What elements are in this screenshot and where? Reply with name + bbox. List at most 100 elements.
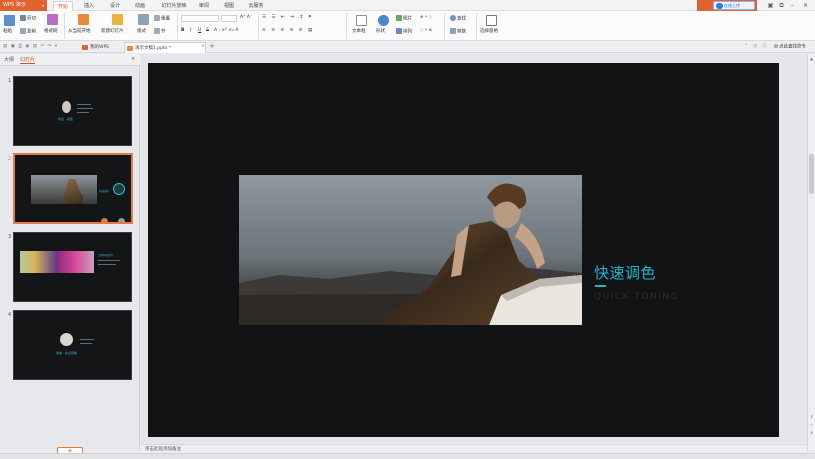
tab-design[interactable]: 设计 [106,1,124,11]
toolbar-extra-icon[interactable]: ⌃ ◷ ⓘ [744,44,769,50]
scroll-up-icon[interactable]: ▲ [809,56,814,61]
thumb-text-line [80,343,92,344]
tab-home[interactable]: 开始 [53,1,73,11]
cloud-icon [716,3,723,9]
slide-title[interactable]: 快速调色 [594,262,656,283]
divider [64,13,65,39]
tab-review[interactable]: 审阅 [195,1,213,11]
tab-cloud[interactable]: 云服务 [245,1,267,11]
new-slide-icon[interactable] [112,14,123,25]
thumb-text-line [77,112,89,113]
document-tab-bar: ▤ ▣ ⎙ ◉ ▤ ↶ ↷ ▾ 我的WPS 演示文稿1.pptx * × + ⌃… [0,41,815,53]
shape-icon[interactable] [378,15,389,26]
skin-icon[interactable]: ▣ [765,0,776,11]
layout-button[interactable]: 版式 [137,29,146,35]
tab-slideshow[interactable]: 幻灯片放映 [157,1,191,11]
next-slide-icon[interactable]: ⇟ [809,430,814,435]
tab-insert[interactable]: 插入 [80,1,98,11]
replace-button[interactable]: 替换 [450,28,466,36]
thumb-text-line [77,108,93,109]
replace-icon [450,28,456,34]
section-button[interactable]: 节 [154,28,166,36]
tab-view[interactable]: 视图 [220,1,238,11]
tab-outline[interactable]: 大纲 [4,56,14,63]
reset-button[interactable]: 重置 [154,15,170,23]
close-icon[interactable]: ✕ [800,0,811,11]
paste-icon[interactable] [4,15,15,26]
woman-figure [61,179,83,204]
outline-icon[interactable]: ◇ ▾ ◆ [420,28,432,34]
font-size-select[interactable] [221,15,237,22]
command-search[interactable]: 点此查找命令 [774,44,806,51]
photo-thumbnail [57,251,94,273]
font-name-select[interactable] [181,15,219,22]
close-panel-icon[interactable]: × [131,56,135,62]
tab-animation[interactable]: 动画 [131,1,149,11]
find-button[interactable]: 查找 [450,15,466,23]
format-painter-button[interactable]: 格式刷 [44,29,58,35]
new-tab-button[interactable]: + [209,43,215,50]
play-animation-icon[interactable] [101,218,108,222]
thumb-title: 快速调色 [99,190,110,193]
reset-icon [154,15,160,21]
slide-photo[interactable] [239,175,582,325]
section-icon [154,28,160,34]
tab-presentation[interactable]: 演示文稿1.pptx * [124,42,206,53]
photo-thumbnail [31,175,97,204]
title-bar: WPS 演示 ▾ 开始 插入 设计 动画 幻灯片放映 审阅 视图 云服务 在线上… [0,0,815,11]
notes-pane[interactable]: 单击此处添加备注 [141,444,807,453]
zoom-icon[interactable]: ☆ [809,422,814,427]
slide-number: 4 [8,312,12,318]
align-icon[interactable]: ≡ ≡ ≡ ≡ ≡ ▤ [262,28,314,34]
divider [258,13,259,39]
play-icon[interactable] [78,14,89,25]
slide-number: 2 [8,156,12,162]
scrollbar-thumb[interactable] [809,154,814,194]
slide-thumbnail-4[interactable]: 谢谢 · 欢迎观看 [13,310,132,380]
thumb-text-line [80,339,94,340]
select-pane-icon[interactable] [486,15,497,26]
layout-icon[interactable] [138,14,149,25]
shape-button[interactable]: 形状 [376,29,385,35]
thumb-title: 主题风格制作 [98,254,114,257]
arrange-button[interactable]: 排列 [396,28,412,36]
app-menu-button[interactable]: WPS 演示 ▾ [0,0,47,11]
thumb-title: 谢谢 · 欢迎观看 [56,351,77,355]
brush-icon[interactable] [47,14,58,25]
grow-font-icon[interactable]: A⁺ A⁻ [240,15,252,21]
search-icon [450,15,456,21]
from-current-button[interactable]: 从当前开始 [68,29,91,35]
paste-button[interactable]: 粘贴 [3,29,12,35]
fill-icon[interactable]: ◆ ▾ ◇ [420,15,432,21]
strike-button[interactable]: S [206,28,209,34]
slide-thumbnail-1[interactable]: 欢迎 · 模板 [13,76,132,146]
picture-button[interactable]: 图片 [396,15,412,23]
slide-subtitle[interactable]: QUICK TONING [594,292,679,302]
minimize-icon[interactable]: – [787,0,798,11]
textbox-button[interactable]: 文本框 [352,29,366,35]
cut-button[interactable]: 剪切 [20,15,36,23]
copy-button[interactable]: 复制 [20,28,36,36]
font-color-icon[interactable]: A · ×² ×₂ A [214,28,238,34]
restore-icon[interactable]: ⧉ [776,0,787,11]
list-icon[interactable]: ☰ ☰ ⇤ ⇥ ↕ ⌗ [262,15,313,21]
new-slide-button[interactable]: 新建幻灯片 [101,29,124,35]
select-pane-button[interactable]: 选择窗格 [480,29,498,35]
textbox-icon[interactable] [356,15,367,26]
underline-button[interactable]: U [198,28,201,34]
prev-slide-icon[interactable]: ⇞ [809,414,814,419]
slide-thumbnail-3[interactable]: 主题风格制作 [13,232,132,302]
transition-icon[interactable] [118,218,125,222]
tab-my-wps[interactable]: 我的WPS [80,42,124,53]
vertical-scrollbar[interactable]: ▲ ⇞ ☆ ⇟ [807,54,815,450]
close-tab-icon[interactable]: × [201,44,205,50]
cloud-upload-button[interactable]: 在线上传 [713,1,755,10]
bold-button[interactable]: B [181,28,184,34]
tab-slides[interactable]: 幻灯片 [20,56,36,64]
italic-button[interactable]: I [190,28,191,34]
title-accent-line [595,285,606,287]
thumb-title: 欢迎 · 模板 [58,117,73,121]
slide-thumbnail-2[interactable]: 快速调色 [13,153,133,224]
slide-number: 3 [8,234,12,240]
quick-access-icon[interactable]: ▤ ▣ ⎙ ◉ ▤ ↶ ↷ ▾ [3,44,58,50]
